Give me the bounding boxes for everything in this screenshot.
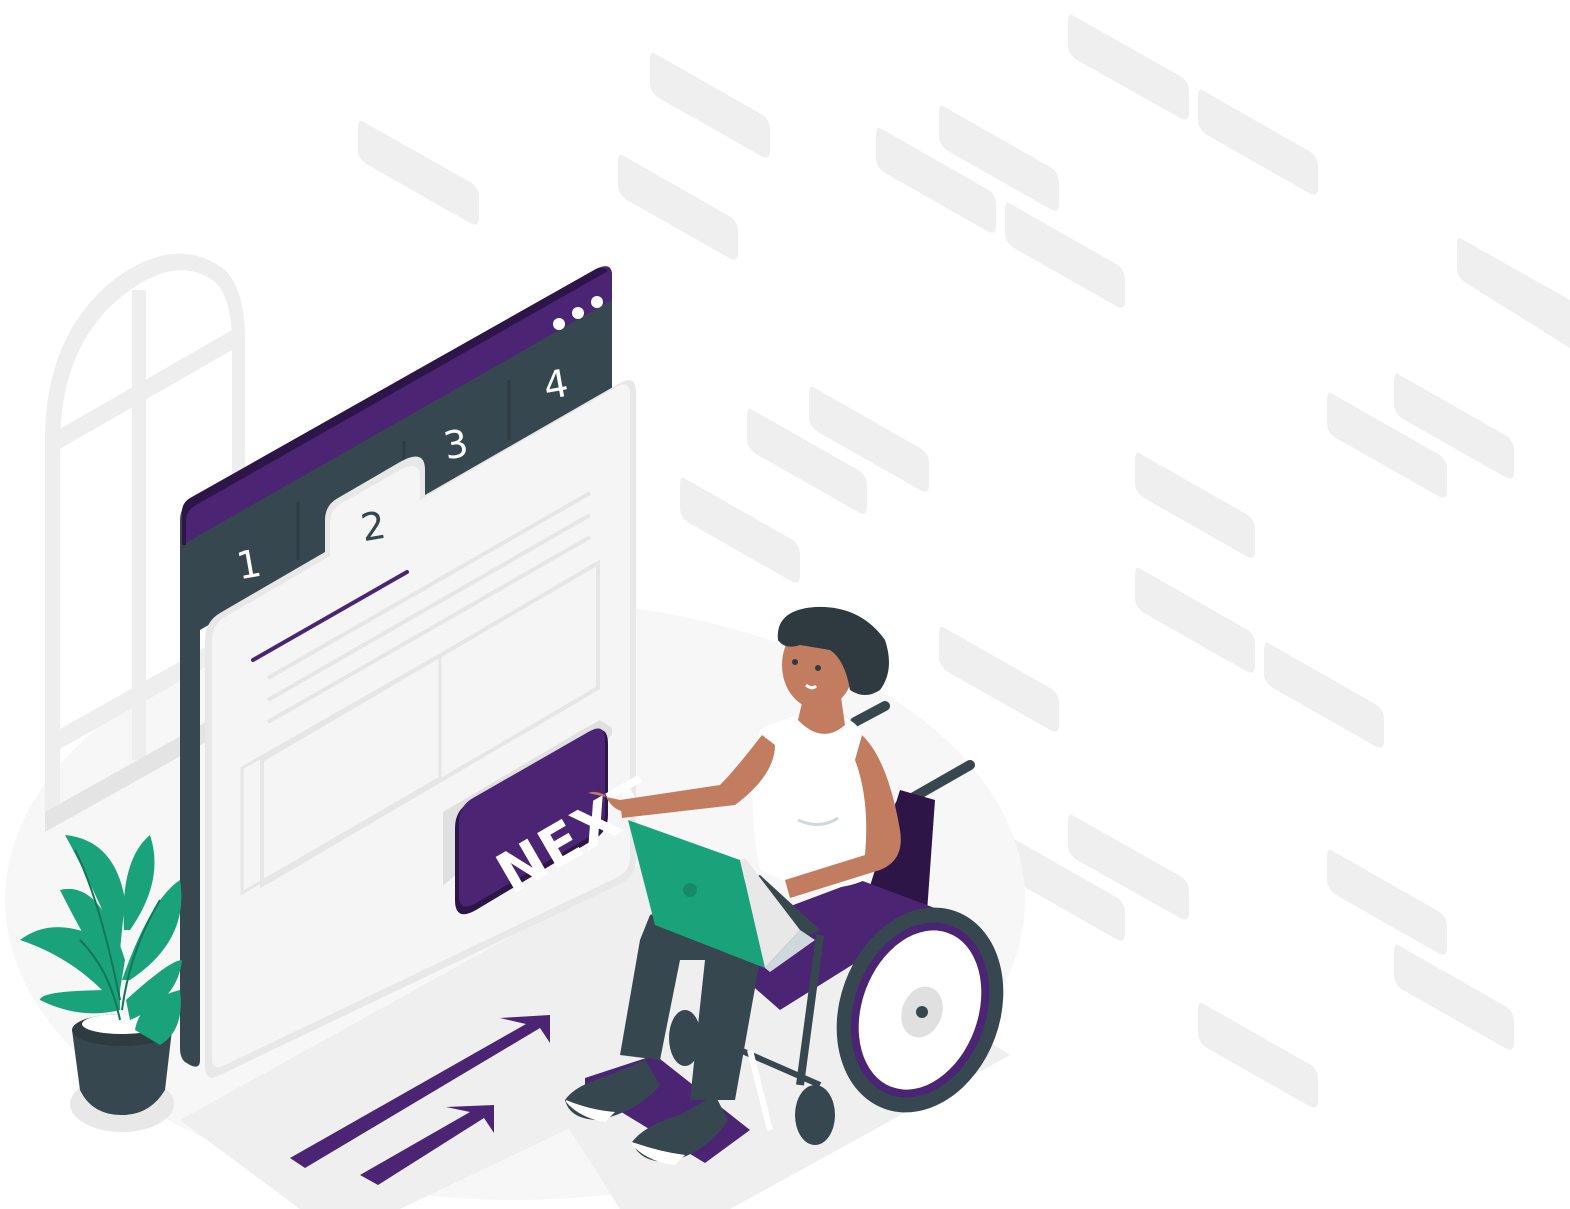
illustration: 1 2 3 4 NEXT bbox=[5, 14, 1570, 1209]
